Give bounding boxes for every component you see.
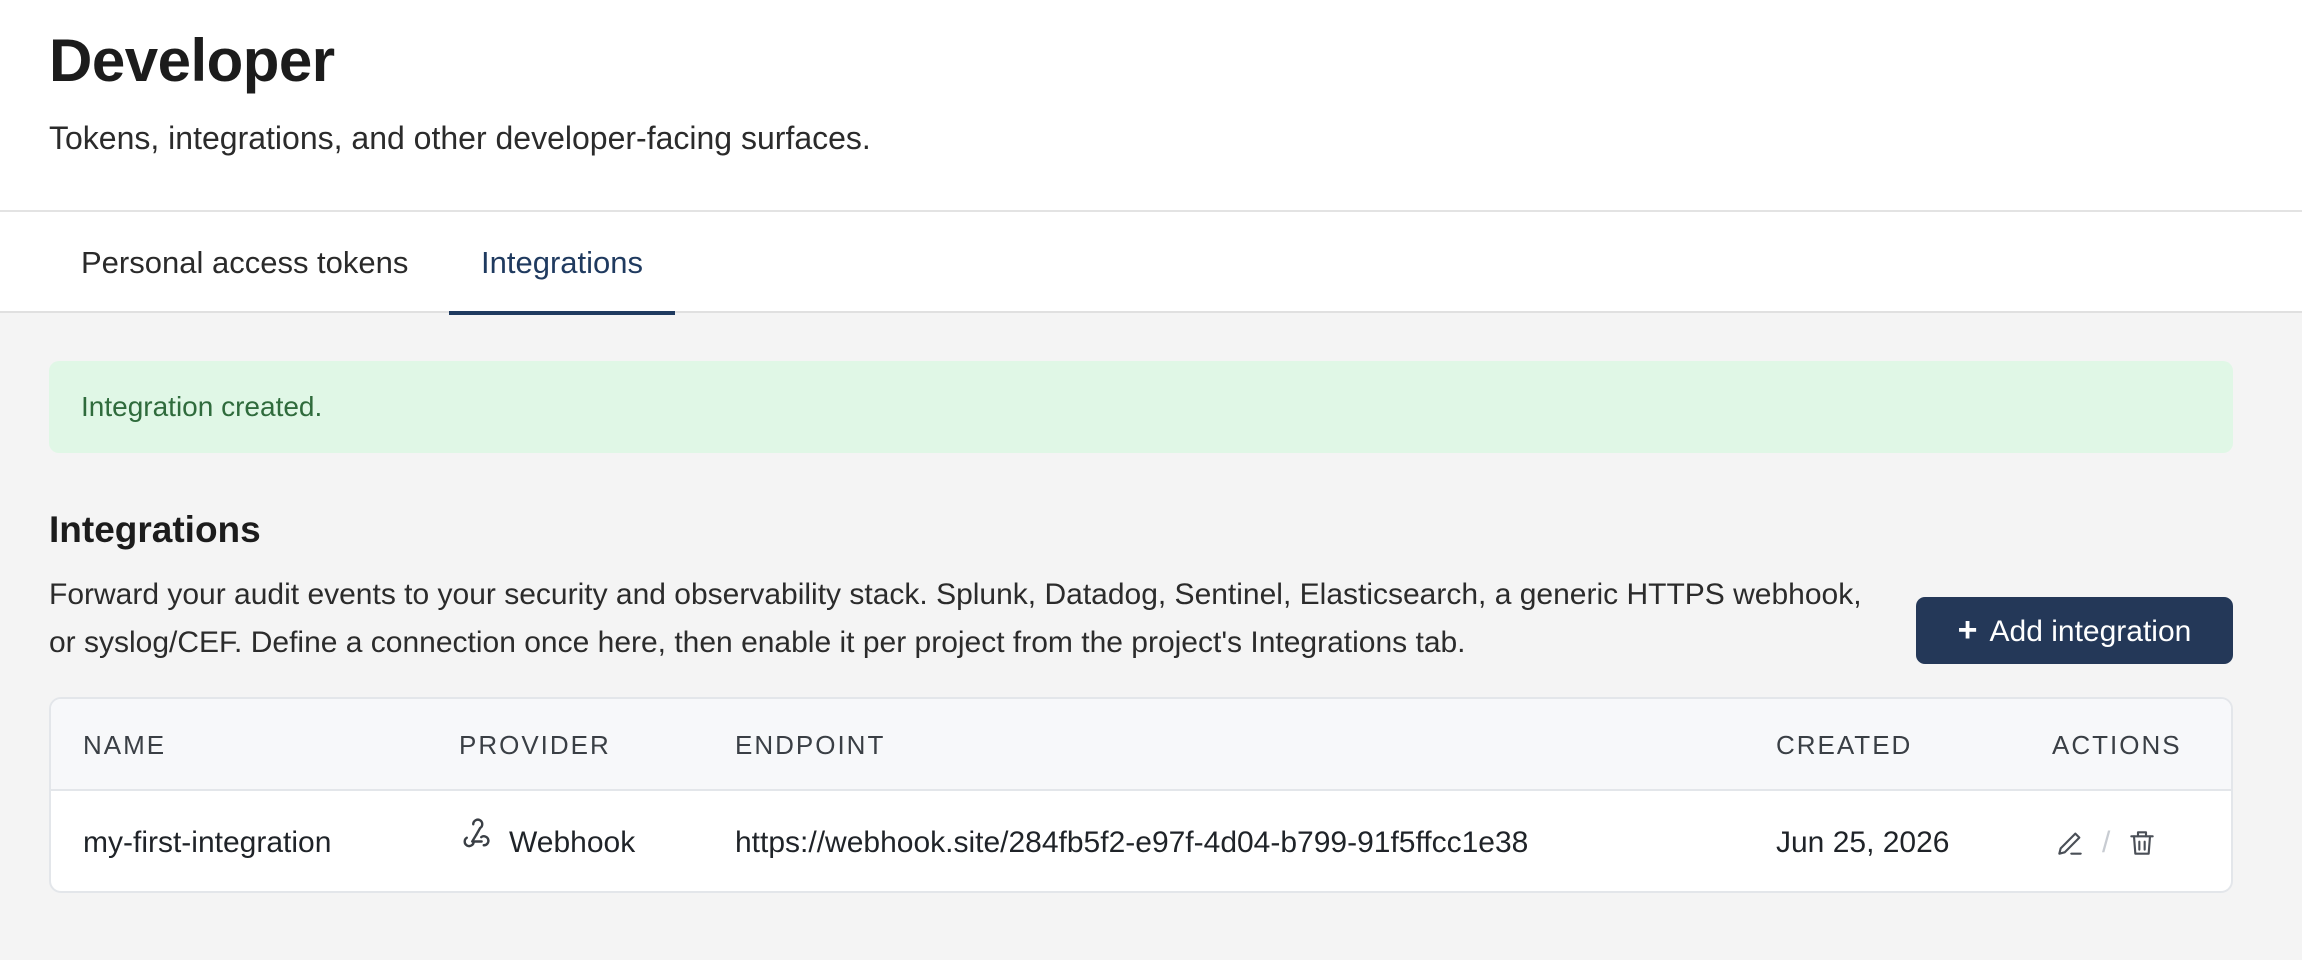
add-integration-button[interactable]: + Add integration bbox=[1916, 597, 2233, 664]
integration-created: Jun 25, 2026 bbox=[1776, 826, 1950, 859]
webhook-icon bbox=[459, 793, 509, 891]
integration-actions: / bbox=[2052, 793, 2160, 891]
table-header: NAME PROVIDER ENDPOINT CREATED ACTIONS bbox=[51, 699, 2231, 791]
trash-icon[interactable] bbox=[2124, 825, 2160, 861]
plus-icon: + bbox=[1957, 611, 1978, 649]
column-header-endpoint: ENDPOINT bbox=[735, 730, 886, 760]
column-header-actions: ACTIONS bbox=[2052, 730, 2182, 760]
table-row: my-first-integration Webhook https://web… bbox=[51, 793, 2231, 891]
integration-name: my-first-integration bbox=[83, 826, 332, 859]
edit-icon[interactable] bbox=[2052, 825, 2088, 861]
page-title: Developer bbox=[49, 27, 335, 94]
success-alert: Integration created. bbox=[49, 361, 2233, 453]
tab-integrations[interactable]: Integrations bbox=[449, 212, 675, 315]
provider-label: Webhook bbox=[509, 826, 636, 859]
page-subtitle: Tokens, integrations, and other develope… bbox=[49, 120, 871, 156]
column-header-provider: PROVIDER bbox=[459, 730, 611, 760]
tab-personal-access-tokens[interactable]: Personal access tokens bbox=[49, 212, 440, 313]
page-header: Developer Tokens, integrations, and othe… bbox=[0, 0, 2302, 212]
integrations-table: NAME PROVIDER ENDPOINT CREATED ACTIONS m… bbox=[49, 697, 2233, 893]
section-title: Integrations bbox=[49, 509, 261, 550]
column-header-created: CREATED bbox=[1776, 730, 1913, 760]
integration-provider: Webhook bbox=[459, 793, 636, 891]
column-header-name: NAME bbox=[83, 730, 167, 760]
tab-bar: Personal access tokens Integrations bbox=[0, 212, 2302, 315]
section-description: Forward your audit events to your securi… bbox=[49, 578, 1862, 659]
add-integration-label: Add integration bbox=[1989, 615, 2192, 648]
integration-endpoint: https://webhook.site/284fb5f2-e97f-4d04-… bbox=[735, 826, 1529, 859]
actions-divider: / bbox=[2102, 826, 2111, 859]
